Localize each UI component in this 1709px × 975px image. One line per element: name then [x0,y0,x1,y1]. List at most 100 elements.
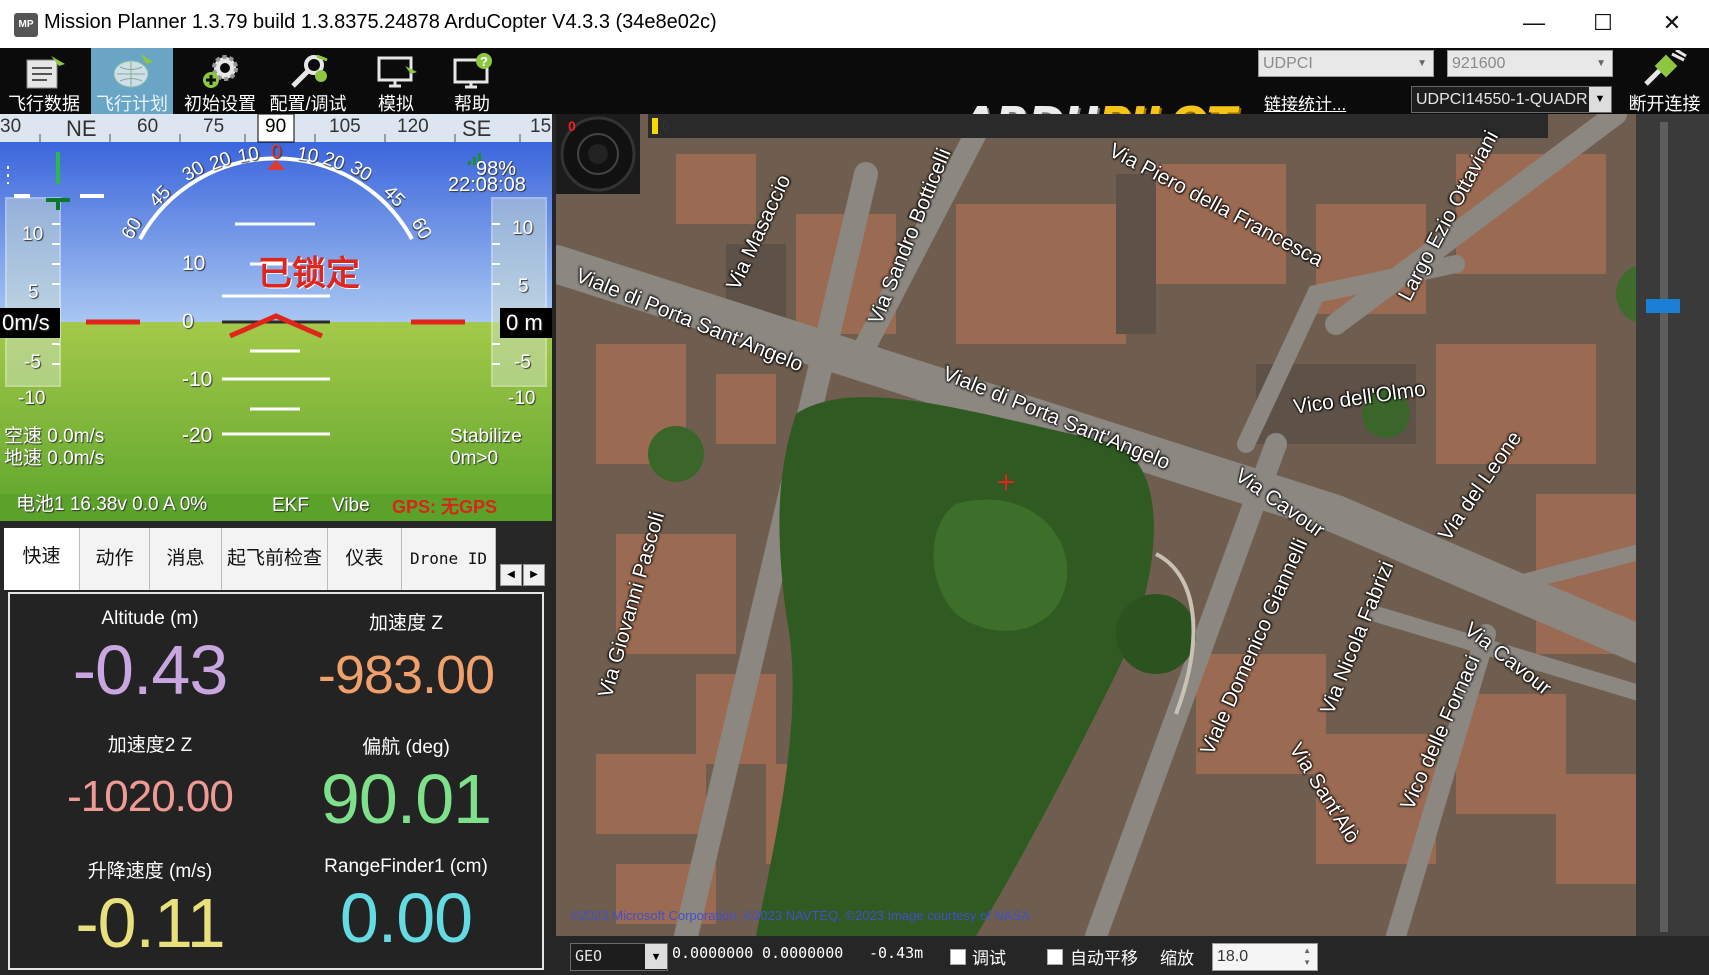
flight-plan-icon [113,54,153,88]
quick-label: RangeFinder1 (cm) [324,856,488,877]
main-toolbar: 飞行数据 飞行计划 初始设置 配置/调试 模拟 ? 帮助 ARDUPILOT U… [0,48,1709,149]
chevron-down-icon: ▼ [1589,87,1611,112]
quick-cell[interactable]: 加速度 Z -983.00 [272,608,540,715]
toolbar-config-tuning-button[interactable]: 配置/调试 [267,48,349,114]
quick-value: 90.01 [320,760,492,838]
quick-label: 加速度2 Z [107,735,193,756]
toolbar-flight-plan-button[interactable]: 飞行计划 [91,48,173,114]
tab-messages[interactable]: 消息 [150,528,222,590]
tab-strip: 快速 动作 消息 起飞前检查 仪表 Drone ID [0,528,552,590]
map-copyright: ©2023 Microsoft Corporation, ©2023 NAVTE… [570,908,1030,923]
quick-cell[interactable]: 偏航 (deg) 90.01 [272,732,540,839]
spinner-icon[interactable]: ▲ ▼ [1303,945,1311,969]
alt-tape-label: 10 [512,218,534,239]
coord-type-select[interactable]: GEO ▼ [570,943,668,971]
toolbar-simulation-button[interactable]: 模拟 [355,48,437,114]
quick-cell[interactable]: Altitude (m) -0.43 [16,608,284,710]
mission-planner-window: MP Mission Planner 1.3.79 build 1.3.8375… [0,0,1709,975]
tab-actions[interactable]: 动作 [80,528,150,590]
link-stats-link[interactable]: 链接统计... [1264,90,1346,115]
heading-tick: 120 [397,116,429,137]
port-select[interactable]: UDPCI ▼ [1258,50,1434,77]
tab-gauges[interactable]: 仪表 [328,528,402,590]
title-bar: MP Mission Planner 1.3.79 build 1.3.8375… [0,0,1709,48]
maximize-button[interactable]: ☐ [1583,10,1623,38]
airspeed-readout: 空速 0.0m/s [4,426,105,447]
heading-tick: 60 [137,116,159,137]
baud-select[interactable]: 921600 ▼ [1447,50,1613,77]
satellite-map[interactable] [556,114,1709,936]
plug-icon [1644,50,1687,86]
toolbar-simulation-label: 模拟 [378,94,414,114]
tab-quick[interactable]: 快速 [4,528,80,590]
flight-mode: Stabilize [450,426,522,447]
tab-drone-id[interactable]: Drone ID [402,528,496,590]
flight-data-icon [26,56,65,89]
vibe-status[interactable]: Vibe [332,495,370,517]
heading-value: 90 [265,116,287,137]
pitch-label: -20 [182,424,213,447]
toolbar-help-button[interactable]: ? 帮助 [431,48,513,114]
initial-setup-icon [203,55,238,88]
heading-tick: 75 [203,116,225,137]
quick-cell[interactable]: 加速度2 Z -1020.00 [16,730,284,837]
toolbar-flight-data-label: 飞行数据 [8,94,80,114]
quick-label: 升降速度 (m/s) [87,861,213,882]
tab-scroll-right-button[interactable]: ▶ [523,564,545,586]
altitude-map-readout: -0.43m [869,944,924,962]
close-button[interactable]: ✕ [1652,10,1692,38]
quick-cell[interactable]: RangeFinder1 (cm) 0.00 [272,856,540,958]
svg-text:?: ? [480,54,488,69]
tab-prearm-check[interactable]: 起飞前检查 [222,528,328,590]
bank-label: 10 [236,143,261,168]
window-title: Mission Planner 1.3.79 build 1.3.8375.24… [44,11,717,33]
debug-label: 调试 [972,949,1006,968]
heading-tick: SE [462,116,492,141]
heading-tick: NE [66,116,97,141]
toolbar-help-label: 帮助 [454,94,490,114]
heading-tick: 15 [530,116,552,137]
quick-label: Altitude (m) [101,608,199,629]
quick-value: -1020.00 [67,772,234,821]
quick-value: -0.11 [75,884,225,962]
pitch-label: 10 [182,252,206,275]
ekf-status[interactable]: EKF [272,495,309,517]
minimize-button[interactable]: — [1514,10,1554,38]
heading-tick: 105 [329,116,361,137]
hud-display: 30 NE 60 75 90 105 120 SE 15 60 45 30 20… [0,114,552,521]
quick-cell[interactable]: 升降速度 (m/s) -0.11 [16,856,284,963]
heading-tick: 30 [0,116,22,137]
device-select[interactable]: UDPCI14550-1-QUADR ▼ [1411,86,1612,113]
bank-label: 0 [271,142,282,163]
alt-tape-label: 5 [518,276,529,297]
debug-checkbox[interactable] [950,949,966,965]
progress-label: 0 [662,118,670,133]
quick-label: 偏航 (deg) [362,737,450,758]
bank-label: 10 [295,143,320,168]
quick-label: 加速度 Z [369,613,443,634]
map-view[interactable]: Via Masaccio Via Sandro Botticelli Via P… [556,114,1709,975]
config-tuning-icon [291,54,328,88]
quick-value: 0.00 [339,879,473,957]
quick-value: -0.43 [72,631,229,709]
autopan-checkbox[interactable] [1047,949,1063,965]
autopan-label: 自动平移 [1070,949,1138,968]
speed-tape-label: 5 [28,282,39,303]
pitch-label: 0 [182,310,194,333]
latitude-readout: 0.0000000 [672,944,754,962]
zoom-label: 缩放 [1160,949,1194,968]
chevron-down-icon: ▼ [645,944,667,969]
tab-scroll-left-button[interactable]: ◀ [500,564,522,586]
hud-clock: 22:08:08 [448,174,526,196]
help-icon: ? [453,53,492,89]
disconnect-button[interactable]: 断开连接 [1620,48,1709,114]
toolbar-flight-data-button[interactable]: 飞行数据 [3,48,85,114]
waypoint-info: 0m>0 [450,448,499,469]
toolbar-initial-setup-button[interactable]: 初始设置 [179,48,261,114]
chevron-down-icon: ▼ [1596,58,1606,69]
zoom-input[interactable]: 18.0 ▲ ▼ [1212,943,1318,971]
speed-tape-label: -10 [18,388,46,409]
groundspeed-readout: 地速 0.0m/s [4,448,105,469]
toolbar-initial-setup-label: 初始设置 [184,94,256,114]
speed-tape-label: -5 [24,352,41,373]
